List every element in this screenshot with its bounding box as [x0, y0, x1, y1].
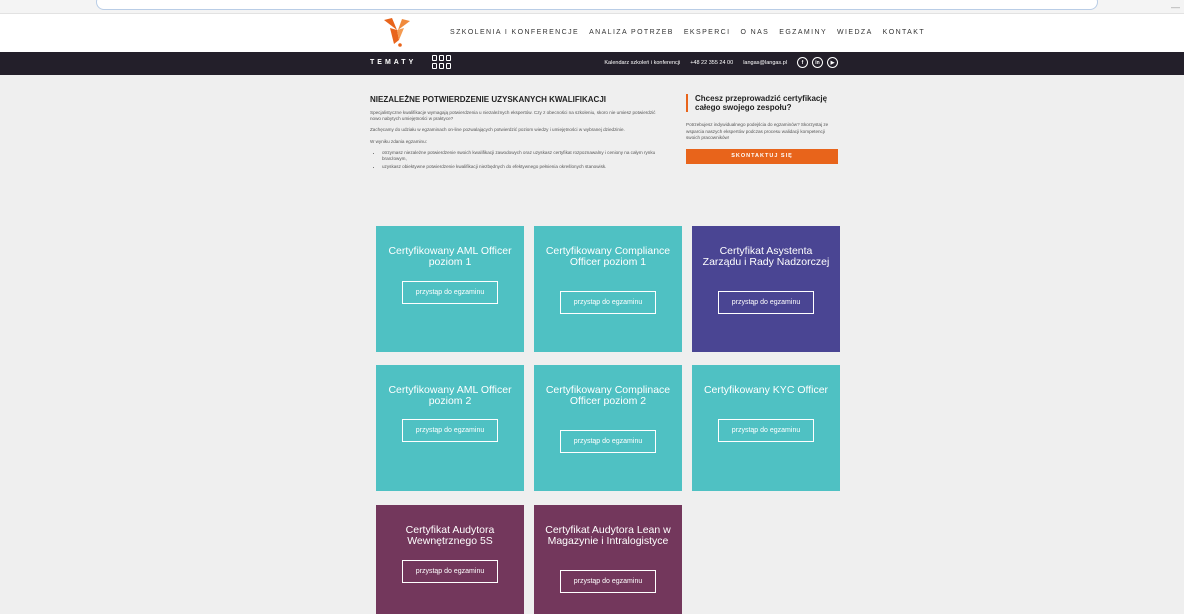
nav-experts[interactable]: EKSPERCI [684, 29, 731, 36]
start-exam-button[interactable]: przystąp do egzaminu [402, 281, 498, 304]
nav-contact[interactable]: KONTAKT [883, 29, 925, 36]
youtube-icon[interactable]: ▶ [827, 57, 838, 68]
langas-bird-logo[interactable] [382, 16, 412, 48]
site-header: SZKOLENIA I KONFERENCJE ANALIZA POTRZEB … [0, 14, 1184, 52]
exam-card-lean-auditor[interactable]: Certyfikat Audytora Lean w Magazynie i I… [534, 505, 682, 614]
exam-card-title: Certyfikat Audytora Lean w Magazynie i I… [545, 524, 671, 548]
list-item: uzyskasz obiektywne potwierdzenie kwalif… [382, 164, 660, 170]
nav-about[interactable]: O NAS [740, 29, 769, 36]
start-exam-button[interactable]: przystąp do egzaminu [560, 570, 656, 593]
exam-card-title: Certyfikat Audytora Wewnętrznego 5S [405, 524, 495, 548]
exam-card-title: Certyfikowany AML Officer poziom 1 [388, 245, 512, 269]
exam-card-title: Certyfikowany AML Officer poziom 2 [388, 384, 512, 408]
start-exam-button[interactable]: przystąp do egzaminu [402, 419, 498, 442]
exam-card-title: Certyfikowany Compliance Officer poziom … [545, 245, 671, 269]
team-certification-box: Chcesz przeprowadzić certyfikację całego… [686, 94, 838, 164]
intro-paragraph-1: Specjalistyczne kwalifikacje wymagają po… [370, 110, 656, 122]
exam-card-title: Certyfikowany KYC Officer [703, 384, 829, 396]
social-links: f in ▶ [797, 57, 838, 68]
exam-card-kyc[interactable]: Certyfikowany KYC Officer przystąp do eg… [692, 365, 840, 491]
exam-card-aml-2[interactable]: Certyfikowany AML Officer poziom 2 przys… [376, 365, 524, 491]
main-nav: SZKOLENIA I KONFERENCJE ANALIZA POTRZEB … [450, 29, 925, 36]
nav-training-conferences[interactable]: SZKOLENIA I KONFERENCJE [450, 29, 579, 36]
nav-exams[interactable]: EGZAMINY [779, 29, 827, 36]
exam-card-5s-auditor[interactable]: Certyfikat Audytora Wewnętrznego 5S przy… [376, 505, 524, 614]
exam-card-compliance-2[interactable]: Certyfikowany Complinace Officer poziom … [534, 365, 682, 491]
start-exam-button[interactable]: przystąp do egzaminu [560, 430, 656, 453]
nav-knowledge[interactable]: WIEDZA [837, 29, 873, 36]
exam-card-compliance-1[interactable]: Certyfikowany Compliance Officer poziom … [534, 226, 682, 352]
facebook-icon[interactable]: f [797, 57, 808, 68]
start-exam-button[interactable]: przystąp do egzaminu [718, 291, 814, 314]
topbar-contact: Kalendarz szkoleń i konferencji +48 22 3… [604, 57, 838, 68]
linkedin-icon[interactable]: in [812, 57, 823, 68]
intro-paragraph-2: Zachęcamy do udziału w egzaminach on-lin… [370, 127, 625, 133]
topics-menu[interactable]: TEMATY [370, 59, 416, 66]
contact-us-button[interactable]: SKONTAKTUJ SIĘ [686, 148, 838, 164]
cta-title: Chcesz przeprowadzić certyfikację całego… [686, 94, 838, 113]
calendar-link[interactable]: Kalendarz szkoleń i konferencji [604, 60, 680, 66]
topbar: TEMATY Kalendarz szkoleń i konferencji +… [0, 52, 1184, 75]
intro-paragraph-3: W wyniku zdania egzaminu: [370, 138, 427, 144]
email-link[interactable]: langas@langas.pl [743, 60, 787, 66]
browser-strip: — [0, 0, 1184, 14]
nav-needs-analysis[interactable]: ANALIZA POTRZEB [589, 29, 674, 36]
exam-card-title: Certyfikat Asystenta Zarządu i Rady Nadz… [702, 245, 830, 269]
address-bar[interactable] [96, 0, 1098, 10]
phone-link[interactable]: +48 22 355 24 00 [690, 60, 733, 66]
start-exam-button[interactable]: przystąp do egzaminu [560, 291, 656, 314]
exam-card-aml-1[interactable]: Certyfikowany AML Officer poziom 1 przys… [376, 226, 524, 352]
start-exam-button[interactable]: przystąp do egzaminu [402, 560, 498, 583]
exam-card-title: Certyfikowany Complinace Officer poziom … [545, 384, 671, 408]
grid-menu-icon[interactable] [432, 55, 453, 71]
start-exam-button[interactable]: przystąp do egzaminu [718, 419, 814, 442]
intro-title: NIEZALEŻNE POTWIERDZENIE UZYSKANYCH KWAL… [370, 95, 607, 104]
cta-text: Potrzebujesz indywidualnego podejścia do… [686, 122, 829, 140]
exam-card-board-assistant[interactable]: Certyfikat Asystenta Zarządu i Rady Nadz… [692, 226, 840, 352]
list-item: otrzymasz niezależne potwierdzenie swoic… [382, 150, 660, 162]
browser-menu-icon[interactable]: — [1171, 2, 1180, 12]
intro-benefits-list: otrzymasz niezależne potwierdzenie swoic… [370, 150, 660, 171]
intro-section: NIEZALEŻNE POTWIERDZENIE UZYSKANYCH KWAL… [370, 95, 660, 172]
